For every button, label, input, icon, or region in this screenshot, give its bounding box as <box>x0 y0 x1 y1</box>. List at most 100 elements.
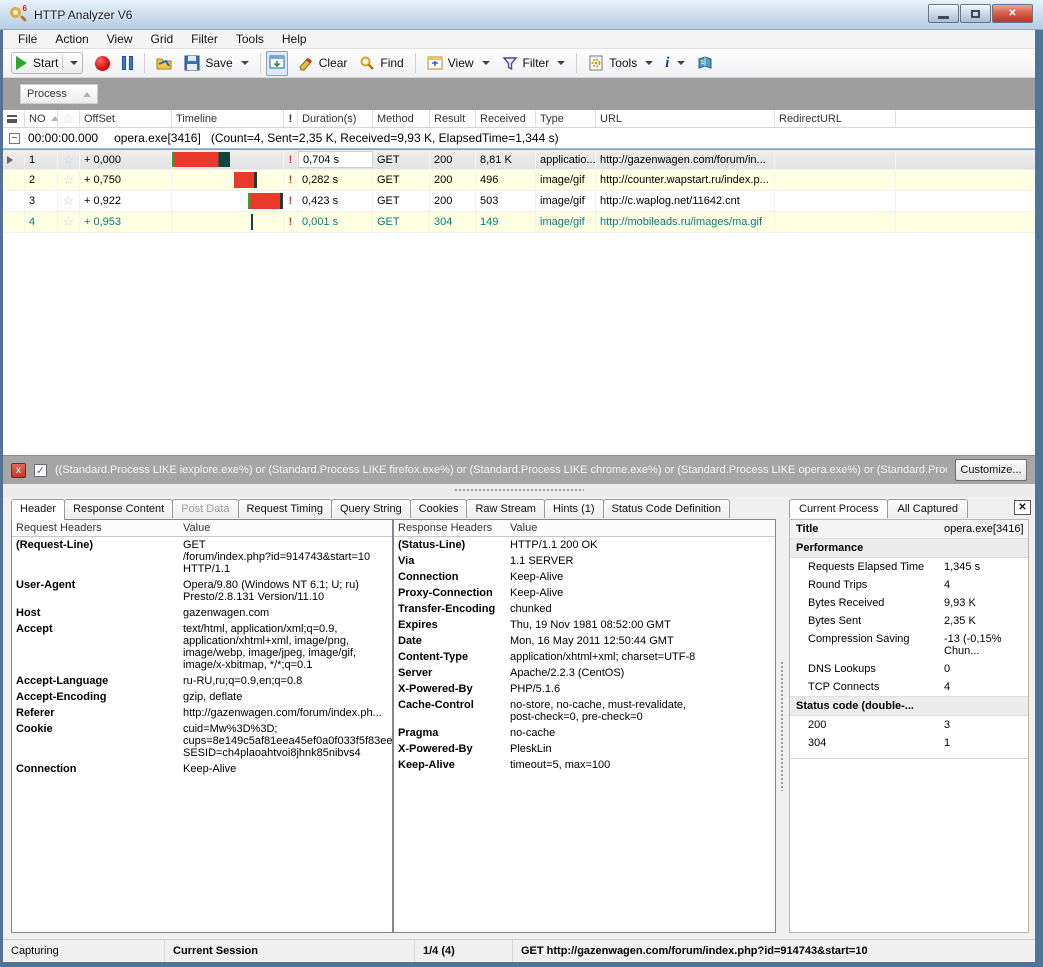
menu-item[interactable]: View <box>98 30 142 48</box>
detail-tab[interactable]: Request Timing <box>238 499 332 518</box>
panel-close-button[interactable]: ✕ <box>1014 500 1031 515</box>
header-row[interactable]: X-Powered-By PHP/5.1.6 <box>394 681 775 697</box>
start-button[interactable]: Start <box>11 52 83 74</box>
star-icon[interactable]: ☆ <box>58 170 80 190</box>
col-timeline[interactable]: Timeline <box>172 110 284 127</box>
performance-section-header[interactable]: Performance <box>790 538 1028 558</box>
detail-tab[interactable]: Cookies <box>410 499 468 518</box>
header-row[interactable]: Connection Keep-Alive <box>394 569 775 585</box>
col-received[interactable]: Received <box>476 110 536 127</box>
minimize-button[interactable] <box>928 4 959 23</box>
col-no[interactable]: NO <box>25 110 58 127</box>
view-icon <box>427 55 443 71</box>
tools-dropdown-caret[interactable] <box>645 61 653 65</box>
restore-button[interactable] <box>960 4 991 23</box>
table-row[interactable]: 4 ☆ + 0,953 ! 0,001 s GET 304 149 image/… <box>3 212 1035 233</box>
tools-button[interactable]: Tools <box>582 52 659 74</box>
header-row[interactable]: Server Apache/2.2.3 (CentOS) <box>394 665 775 681</box>
header-row[interactable]: Content-Type application/xhtml+xml; char… <box>394 649 775 665</box>
detail-tab[interactable]: Query String <box>331 499 411 518</box>
filter-button[interactable]: Filter <box>496 52 572 74</box>
detail-tab[interactable]: Response Content <box>64 499 173 518</box>
header-row[interactable]: Transfer-Encoding chunked <box>394 601 775 617</box>
customize-button[interactable]: Customize... <box>955 459 1027 481</box>
play-icon <box>16 56 27 70</box>
header-row[interactable]: Date Mon, 16 May 2011 12:50:44 GMT <box>394 633 775 649</box>
header-row[interactable]: Accept-Language ru-RU,ru;q=0.9,en;q=0.8 <box>12 673 392 689</box>
header-row[interactable]: Pragma no-cache <box>394 725 775 741</box>
menu-item[interactable]: File <box>9 30 46 48</box>
info-button[interactable]: i <box>659 52 691 75</box>
title-bar[interactable]: 6 HTTP Analyzer V6 ✕ <box>0 0 1043 30</box>
col-result[interactable]: Result <box>430 110 476 127</box>
star-icon[interactable]: ☆ <box>58 212 80 232</box>
header-row[interactable]: Keep-Alive timeout=5, max=100 <box>394 757 775 773</box>
detail-tab[interactable]: Hints (1) <box>544 499 604 518</box>
star-icon[interactable]: ☆ <box>58 191 80 211</box>
horizontal-splitter[interactable] <box>3 484 1035 497</box>
menu-item[interactable]: Action <box>46 30 97 48</box>
header-row[interactable]: Proxy-Connection Keep-Alive <box>394 585 775 601</box>
header-row[interactable]: Cookie cuid=Mw%3D%3D; cups=8e149c5af81ee… <box>12 721 392 761</box>
open-button[interactable] <box>150 52 178 74</box>
col-offset[interactable]: OffSet <box>80 110 172 127</box>
clear-button[interactable]: Clear <box>292 52 354 74</box>
detail-tab[interactable]: Status Code Definition <box>603 499 730 518</box>
save-button[interactable]: Save <box>178 52 254 74</box>
view-dropdown-caret[interactable] <box>482 61 490 65</box>
header-row[interactable]: X-Powered-By PleskLin <box>394 741 775 757</box>
group-by-process[interactable]: Process <box>20 84 98 104</box>
filter-dropdown-caret[interactable] <box>557 61 565 65</box>
menu-item[interactable]: Help <box>273 30 316 48</box>
tab-all-captured[interactable]: All Captured <box>887 499 968 518</box>
header-row[interactable]: Expires Thu, 19 Nov 1981 08:52:00 GMT <box>394 617 775 633</box>
vertical-splitter[interactable] <box>776 519 789 933</box>
detail-tab[interactable]: Header <box>11 499 65 520</box>
header-row[interactable]: Accept-Encoding gzip, deflate <box>12 689 392 705</box>
col-star[interactable]: ☆ <box>58 110 80 127</box>
help-book-button[interactable] <box>691 52 719 74</box>
header-row[interactable]: Referer http://gazenwagen.com/forum/inde… <box>12 705 392 721</box>
header-row[interactable]: (Request-Line) GET /forum/index.php?id=9… <box>12 537 392 577</box>
group-row[interactable]: − 00:00:00.000 opera.exe[3416] (Count=4,… <box>3 128 1035 149</box>
selection-count: 1/4 (4) <box>415 940 513 962</box>
close-button[interactable]: ✕ <box>992 4 1033 23</box>
col-url[interactable]: URL <box>596 110 775 127</box>
remove-filter-button[interactable]: x <box>11 463 26 478</box>
menu-item[interactable]: Grid <box>142 30 183 48</box>
star-icon[interactable]: ☆ <box>58 150 80 169</box>
menu-item[interactable]: Filter <box>182 30 227 48</box>
tab-current-process[interactable]: Current Process <box>789 499 888 518</box>
header-row[interactable]: Via 1.1 SERVER <box>394 553 775 569</box>
info-dropdown-caret[interactable] <box>677 61 685 65</box>
save-dropdown-caret[interactable] <box>241 61 249 65</box>
find-button[interactable]: Find <box>353 52 409 74</box>
view-button[interactable]: View <box>421 52 496 74</box>
menu-item[interactable]: Tools <box>227 30 273 48</box>
col-duration[interactable]: Duration(s) <box>298 110 373 127</box>
col-type[interactable]: Type <box>536 110 596 127</box>
column-chooser-icon[interactable] <box>3 110 25 127</box>
collapse-icon[interactable]: − <box>9 133 20 144</box>
col-redirecturl[interactable]: RedirectURL <box>775 110 896 127</box>
col-method[interactable]: Method <box>373 110 430 127</box>
filter-enabled-checkbox[interactable]: ✓ <box>34 464 47 477</box>
window-toggle-button[interactable] <box>266 51 288 76</box>
detail-tab[interactable]: Post Data <box>172 499 238 518</box>
header-row[interactable]: Accept text/html, application/xml;q=0.9,… <box>12 621 392 673</box>
pause-button[interactable] <box>116 53 139 73</box>
header-row[interactable]: Connection Keep-Alive <box>12 761 392 777</box>
table-row[interactable]: 1 ☆ + 0,000 ! 0,704 s GET 200 8,81 K app… <box>3 149 1035 170</box>
status-code-section-header[interactable]: Status code (double-... <box>790 696 1028 716</box>
stop-button[interactable] <box>89 53 116 74</box>
eraser-icon <box>298 55 314 71</box>
header-row[interactable]: Host gazenwagen.com <box>12 605 392 621</box>
detail-tab[interactable]: Raw Stream <box>466 499 545 518</box>
table-row[interactable]: 2 ☆ + 0,750 ! 0,282 s GET 200 496 image/… <box>3 170 1035 191</box>
start-dropdown-caret[interactable] <box>70 61 78 65</box>
header-row[interactable]: Cache-Control no-store, no-cache, must-r… <box>394 697 775 725</box>
col-exclamation[interactable]: ! <box>284 110 298 127</box>
header-row[interactable]: (Status-Line) HTTP/1.1 200 OK <box>394 537 775 553</box>
table-row[interactable]: 3 ☆ + 0,922 ! 0,423 s GET 200 503 image/… <box>3 191 1035 212</box>
header-row[interactable]: User-Agent Opera/9.80 (Windows NT 6.1; U… <box>12 577 392 605</box>
